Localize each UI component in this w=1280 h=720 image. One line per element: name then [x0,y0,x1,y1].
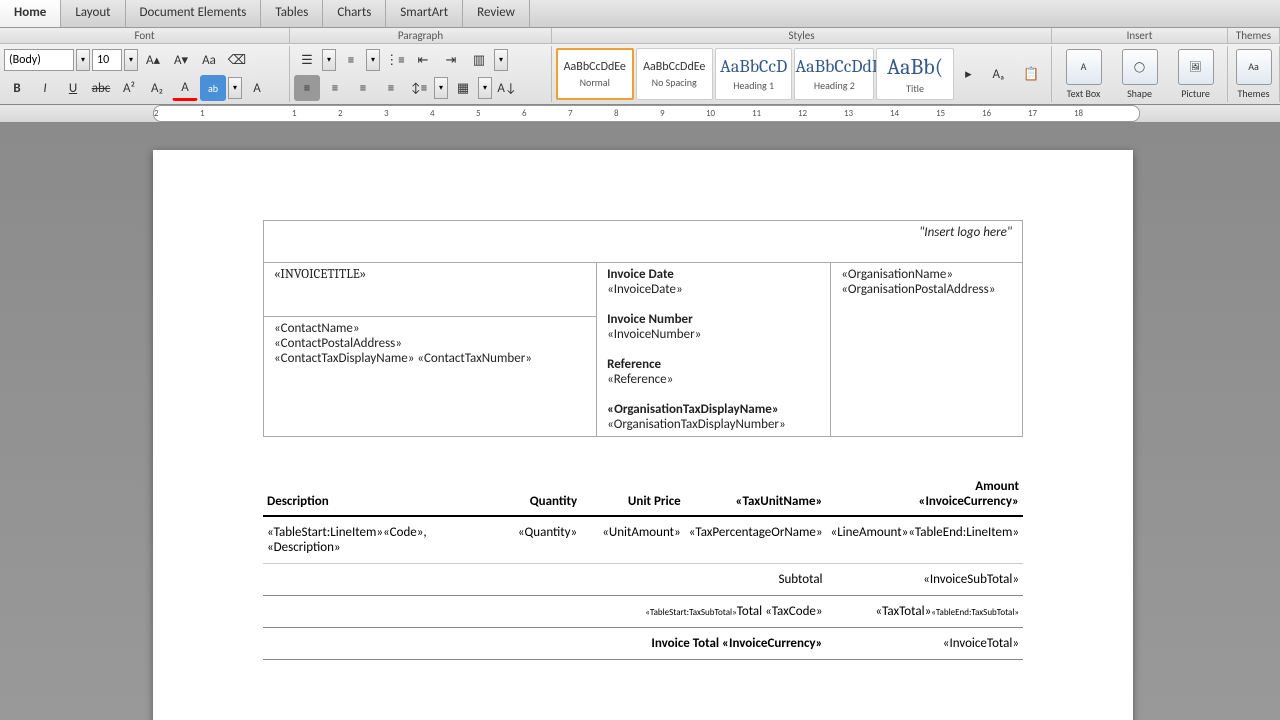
text-effects-button[interactable]: A [244,75,270,101]
increase-indent-button[interactable]: ⇥ [438,47,464,73]
bullets-dropdown[interactable]: ▾ [322,49,336,71]
logo-placeholder[interactable]: "Insert logo here" [264,221,1023,263]
shading-dropdown[interactable]: ▾ [478,77,492,99]
insert-text-box[interactable]: A Text Box [1057,49,1111,100]
style-heading-1[interactable]: AaBbCcD Heading 1 [715,48,792,100]
organisation-cell[interactable]: «OrganisationName» «OrganisationPostalAd… [831,263,1023,437]
subtotal-row: Subtotal «InvoiceSubTotal» [263,564,1023,596]
col-unit-price: Unit Price [581,473,685,516]
invoice-header-table: "Insert logo here" «INVOICETITLE» Invoic… [263,220,1023,437]
line-spacing-button[interactable]: ↕≡ [406,75,432,101]
strikethrough-button[interactable]: abc [88,75,114,101]
picture-icon: 🖼 [1178,49,1214,85]
shrink-font-button[interactable]: A▾ [168,47,194,73]
style-gallery: AaBbCcDdEe Normal AaBbCcDdEe No Spacing … [556,48,1047,100]
highlight-dropdown[interactable]: ▾ [228,77,242,99]
underline-button[interactable]: U [60,75,86,101]
font-color-button[interactable]: A [172,75,198,101]
style-title[interactable]: AaBb( Title [876,48,953,100]
sort-button[interactable]: A↓ [494,75,520,101]
styles-more-button[interactable]: ▸ [956,61,981,87]
highlight-button[interactable]: ab [200,75,226,101]
tab-layout[interactable]: Layout [61,0,125,27]
tab-smartart[interactable]: SmartArt [386,0,463,27]
tab-charts[interactable]: Charts [323,0,386,27]
horizontal-ruler[interactable]: 21123456789101112131415161718 [0,105,1280,123]
tab-review[interactable]: Review [463,0,530,27]
tab-document-elements[interactable]: Document Elements [126,0,262,27]
contact-cell[interactable]: «ContactName» «ContactPostalAddress» «Co… [264,316,597,436]
style-normal[interactable]: AaBbCcDdEe Normal [556,48,634,100]
invoice-title[interactable]: «INVOICETITLE» [264,263,597,317]
table-header-row: Description Quantity Unit Price «TaxUnit… [263,473,1023,516]
font-name-input[interactable] [4,49,74,71]
col-quantity: Quantity [490,473,581,516]
superscript-button[interactable]: A² [116,75,142,101]
styles-pane-button[interactable]: 📋 [1016,61,1047,87]
ribbon-tabs: Home Layout Document Elements Tables Cha… [0,0,1280,28]
text-box-icon: A [1066,49,1102,85]
shape-icon: ◯ [1122,49,1158,85]
insert-shape[interactable]: ◯ Shape [1113,49,1167,100]
themes-button[interactable]: Aa Themes [1232,49,1275,100]
italic-button[interactable]: I [32,75,58,101]
numbering-dropdown[interactable]: ▾ [366,49,380,71]
decrease-indent-button[interactable]: ⇤ [410,47,436,73]
font-name-dropdown[interactable]: ▾ [76,49,90,71]
document-page[interactable]: "Insert logo here" «INVOICETITLE» Invoic… [153,150,1133,720]
bullets-button[interactable]: ☰ [294,47,320,73]
group-label-font: Font [0,28,290,43]
grand-total-row: Invoice Total «InvoiceCurrency» «Invoice… [263,628,1023,660]
insert-picture[interactable]: 🖼 Picture [1169,49,1223,100]
group-label-insert: Insert [1052,28,1228,43]
columns-button[interactable]: ▥ [466,47,492,73]
group-label-themes: Themes [1228,28,1280,43]
col-tax: «TaxUnitName» [685,473,827,516]
align-right-button[interactable]: ≡ [350,75,376,101]
bold-button[interactable]: B [4,75,30,101]
ribbon: Font Paragraph Styles Insert Themes ▾ ▾ … [0,28,1280,105]
font-size-dropdown[interactable]: ▾ [124,49,138,71]
group-label-styles: Styles [552,28,1052,43]
numbering-button[interactable]: ≡ [338,47,364,73]
col-amount: Amount «InvoiceCurrency» [827,473,1023,516]
col-description: Description [263,473,490,516]
shading-button[interactable]: ▦ [450,75,476,101]
line-spacing-dropdown[interactable]: ▾ [434,77,448,99]
align-left-button[interactable]: ≡ [294,75,320,101]
style-heading-2[interactable]: AaBbCcDdI Heading 2 [794,48,874,100]
tax-total-row: «TableStart:TaxSubTotal»Total «TaxCode» … [263,596,1023,628]
justify-button[interactable]: ≡ [378,75,404,101]
font-size-input[interactable] [92,49,122,71]
style-no-spacing[interactable]: AaBbCcDdEe No Spacing [636,48,713,100]
themes-icon: Aa [1236,49,1272,85]
subscript-button[interactable]: A₂ [144,75,170,101]
change-case-button[interactable]: Aa [196,47,222,73]
tab-home[interactable]: Home [0,0,61,27]
grow-font-button[interactable]: A▴ [140,47,166,73]
columns-dropdown[interactable]: ▾ [494,49,508,71]
tab-tables[interactable]: Tables [261,0,323,27]
invoice-meta-cell[interactable]: Invoice Date «InvoiceDate» Invoice Numbe… [597,263,831,437]
table-row[interactable]: «TableStart:LineItem»«Code», «Descriptio… [263,516,1023,564]
document-workspace: "Insert logo here" «INVOICETITLE» Invoic… [0,134,1280,720]
group-label-paragraph: Paragraph [290,28,552,43]
line-items-table: Description Quantity Unit Price «TaxUnit… [263,473,1023,660]
multilevel-button[interactable]: ⋮≡ [382,47,408,73]
clear-formatting-button[interactable]: ⌫ [224,47,250,73]
align-center-button[interactable]: ≡ [322,75,348,101]
change-styles-button[interactable]: Aₐ [983,61,1014,87]
